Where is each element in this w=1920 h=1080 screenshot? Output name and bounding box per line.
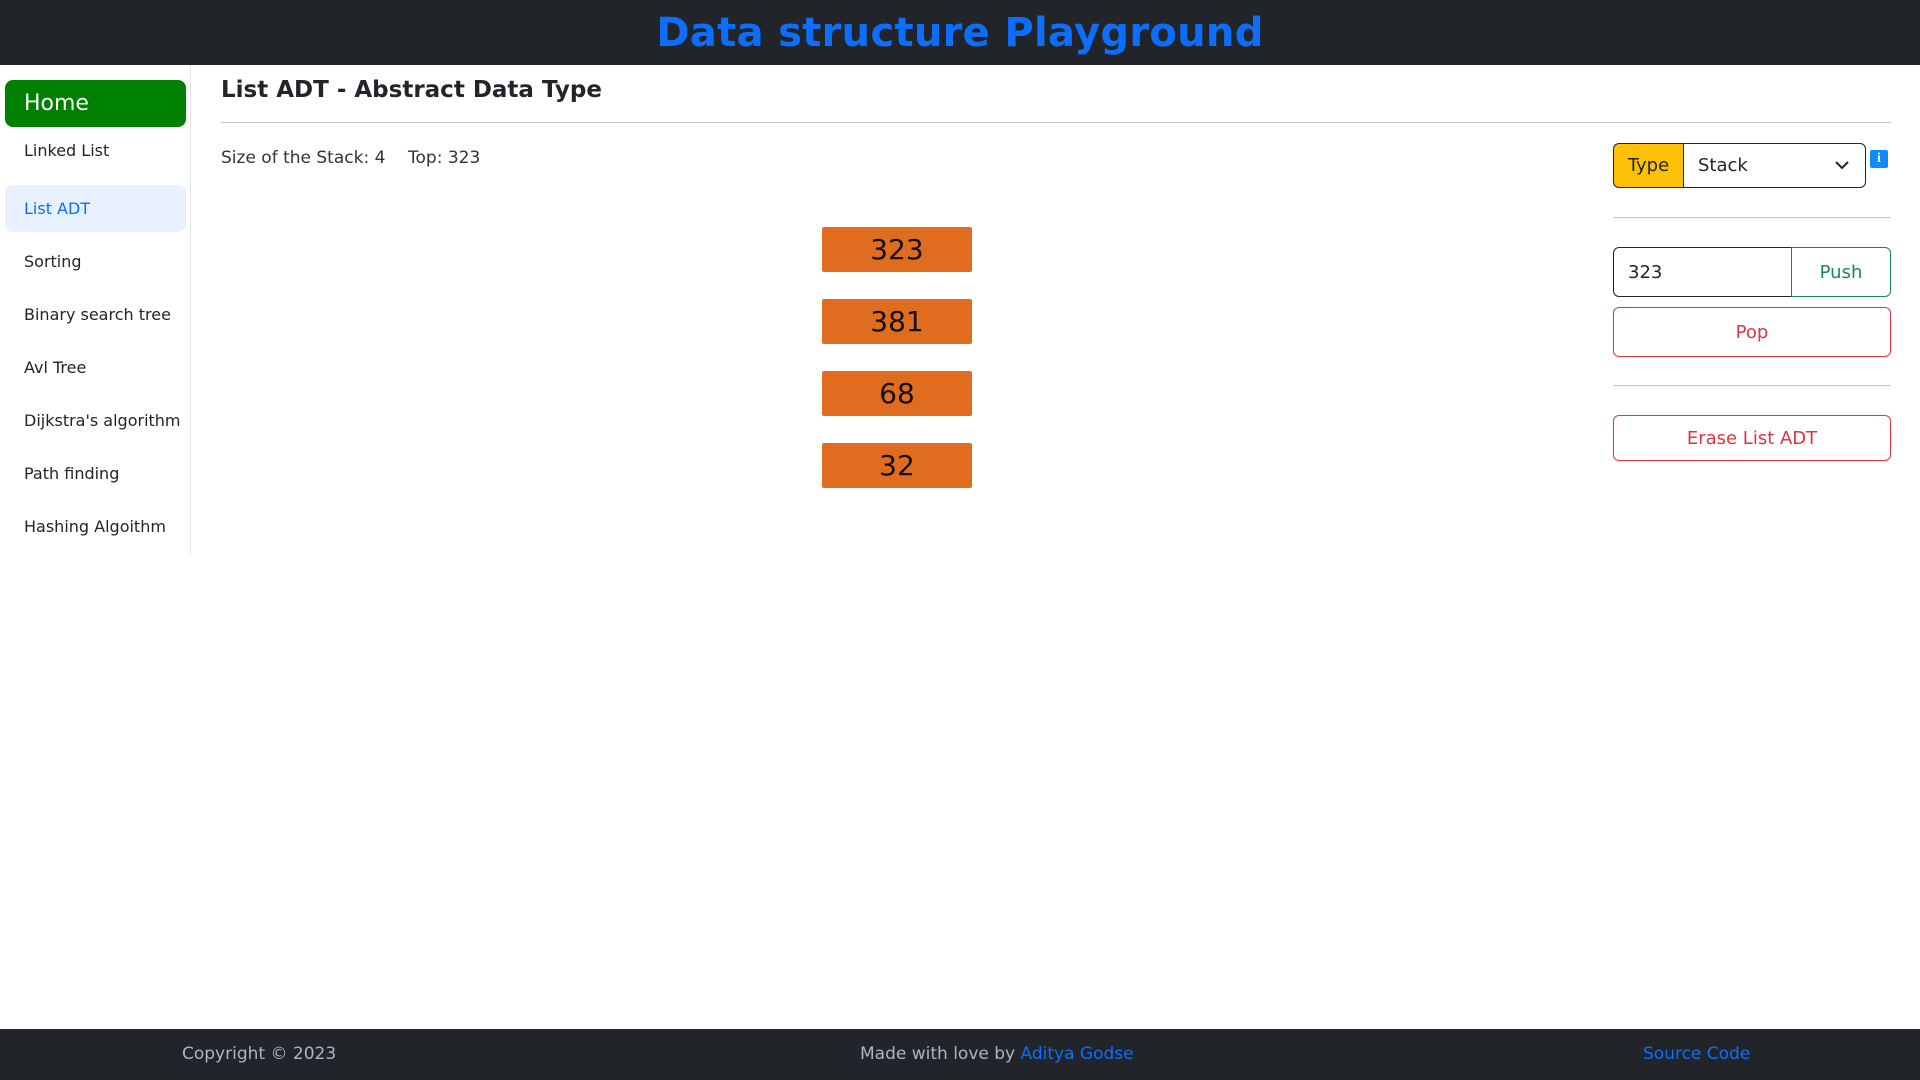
stack-item: 323 [822,227,972,272]
sidebar: Home Linked List List ADT Sorting Binary… [0,65,191,555]
chevron-down-icon [1835,161,1849,170]
stack-top-label: Top: 323 [408,148,481,168]
stack-visualization: 323 381 68 32 [822,227,972,515]
stack-size-label: Size of the Stack: 4 [221,148,386,168]
type-select[interactable]: Stack [1683,143,1866,188]
sidebar-item-dijkstra[interactable]: Dijkstra's algorithm [5,397,186,444]
sidebar-item-linked-list[interactable]: Linked List [5,127,186,174]
source-code-link[interactable]: Source Code [1643,1044,1750,1064]
sidebar-item-sorting[interactable]: Sorting [5,238,186,285]
stack-item: 32 [822,443,972,488]
sidebar-item-avl-tree[interactable]: Avl Tree [5,344,186,391]
panel-divider [1613,217,1891,218]
sidebar-item-binary-search-tree[interactable]: Binary search tree [5,291,186,338]
author-link[interactable]: Aditya Godse [1021,1044,1134,1064]
stack-item: 381 [822,299,972,344]
push-group: Push [1613,247,1891,297]
push-button[interactable]: Push [1791,247,1891,297]
type-label: Type [1613,143,1683,188]
made-with-text: Made with love by Aditya Godse [860,1044,1134,1064]
title-divider [221,122,1891,123]
sidebar-item-home[interactable]: Home [5,80,186,127]
pop-button[interactable]: Pop [1613,307,1891,357]
erase-list-button[interactable]: Erase List ADT [1613,415,1891,461]
panel-divider [1613,385,1891,386]
top-bar: Data structure Playground [0,0,1920,65]
stack-item: 68 [822,371,972,416]
sidebar-item-hashing[interactable]: Hashing Algoithm [5,503,186,550]
copyright-text: Copyright © 2023 [182,1044,337,1064]
sidebar-item-list-adt[interactable]: List ADT [5,185,186,232]
made-with-prefix: Made with love by [860,1044,1021,1064]
push-value-input[interactable] [1613,247,1791,297]
sidebar-item-path-finding[interactable]: Path finding [5,450,186,497]
info-icon[interactable]: i [1870,150,1888,168]
type-select-group: Type Stack [1613,143,1866,188]
type-select-value: Stack [1698,155,1748,176]
page-title: List ADT - Abstract Data Type [221,77,602,103]
footer: Copyright © 2023 Made with love by Adity… [0,1029,1920,1080]
app-title: Data structure Playground [656,9,1264,56]
